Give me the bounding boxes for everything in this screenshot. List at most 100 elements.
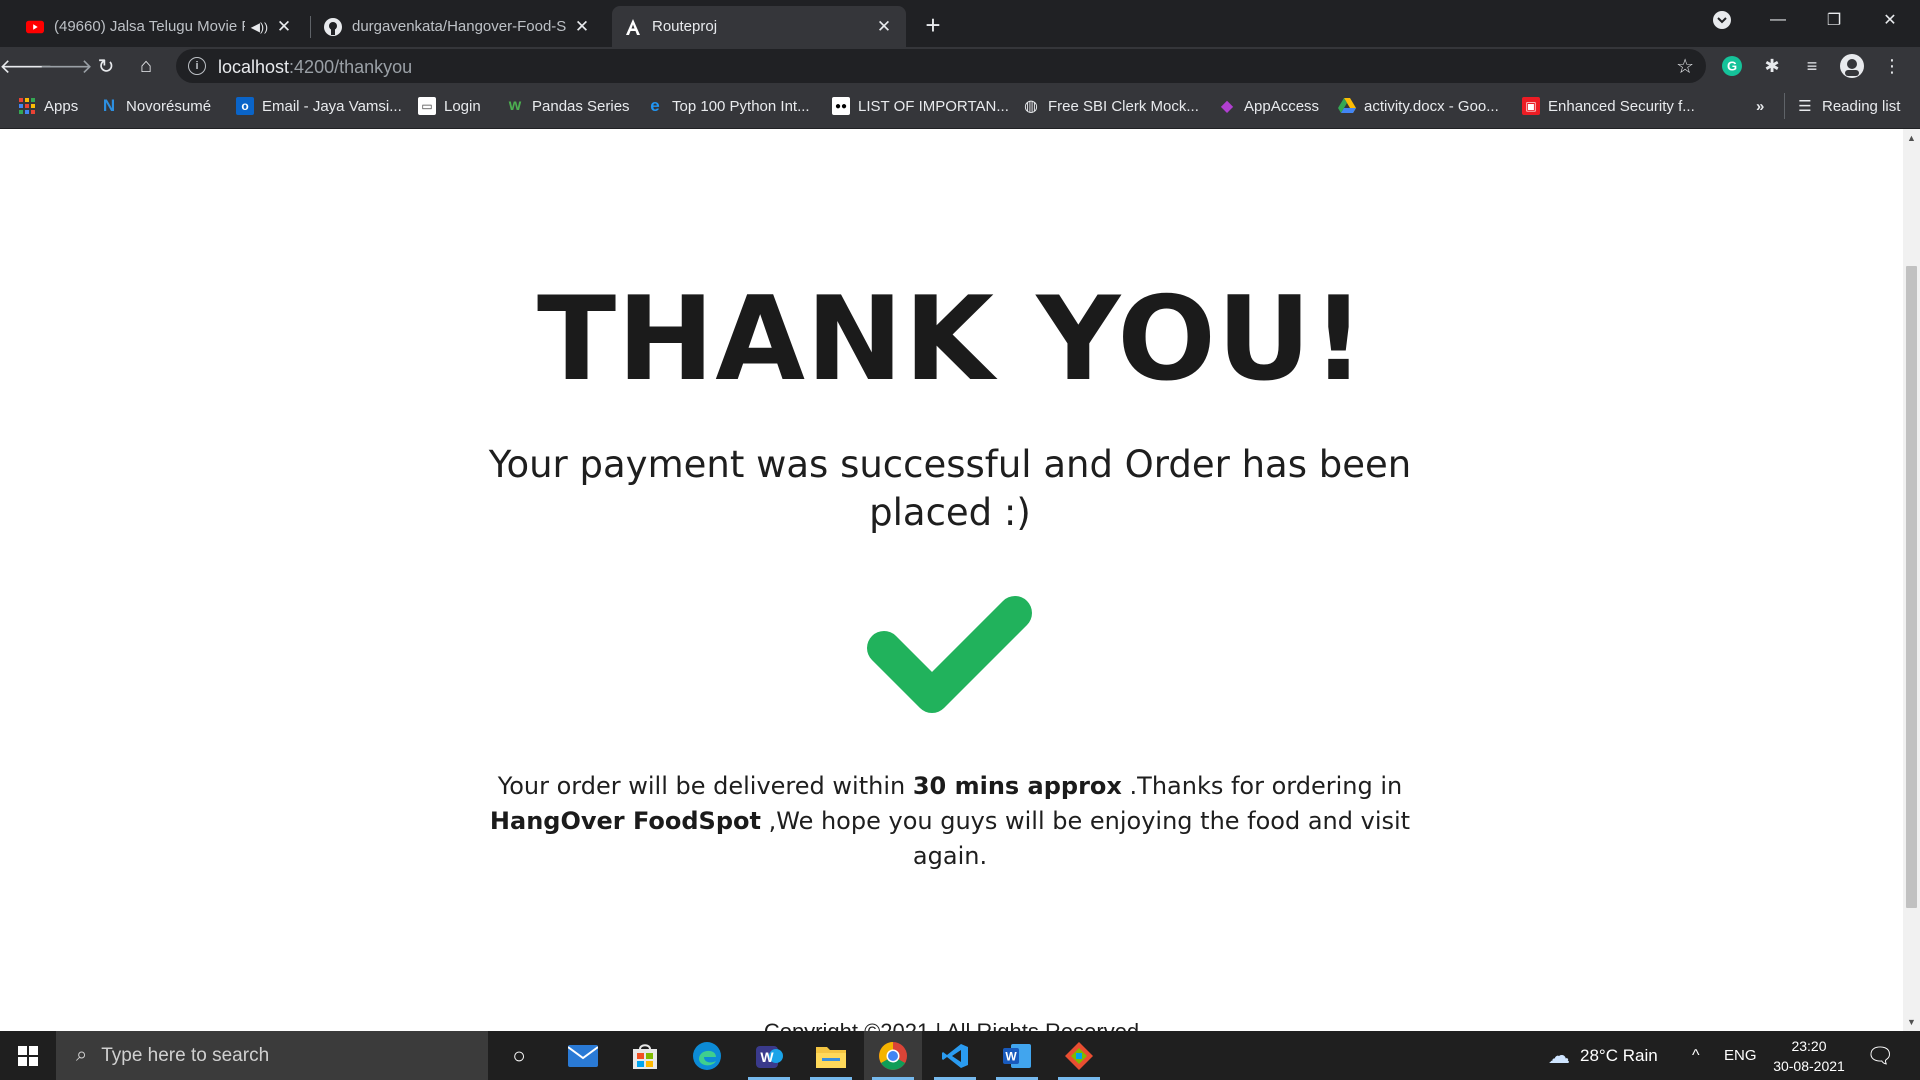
close-window-button[interactable]: ✕ <box>1862 0 1918 40</box>
taskbar-clock[interactable]: 23:20 30-08-2021 <box>1764 1036 1854 1076</box>
payment-success-text: Your payment was successful and Order ha… <box>488 443 1412 534</box>
notification-center-icon[interactable]: 🗨 <box>1866 1031 1894 1080</box>
page-content: THANK YOU! Your payment was successful a… <box>0 129 1903 1031</box>
weather-widget[interactable]: ☁ 28°C Rain <box>1548 1031 1658 1080</box>
tab-search-button[interactable] <box>1694 0 1750 40</box>
windows-taskbar: ⌕ Type here to search ○ W W ☁ 28°C Rain … <box>0 1031 1920 1080</box>
message-text: .Thanks for ordering in <box>1121 772 1403 800</box>
tab-title: Routeproj <box>652 18 718 35</box>
grammarly-extension-icon[interactable]: G <box>1718 52 1746 80</box>
teams-app-icon[interactable]: W <box>740 1031 798 1080</box>
taskbar-search-box[interactable]: ⌕ Type here to search <box>56 1031 488 1080</box>
store-app-icon[interactable] <box>616 1031 674 1080</box>
browser-tab-strip: (49660) Jalsa Telugu Movie Full Movie ◀)… <box>0 0 1920 47</box>
media-control-icon[interactable]: ≡ <box>1798 52 1826 80</box>
show-hidden-icons-chevron-icon[interactable]: ^ <box>1692 1031 1700 1080</box>
url-text[interactable]: localhost:4200/thankyou <box>218 57 412 78</box>
bookmarks-overflow-button[interactable]: » <box>1756 95 1764 117</box>
file-explorer-icon[interactable] <box>802 1031 860 1080</box>
hdfc-icon: ▣ <box>1522 97 1540 115</box>
w3schools-icon: w <box>508 97 522 114</box>
svg-text:G: G <box>1727 59 1737 74</box>
bookmark-login[interactable]: ▭ Login <box>418 95 481 117</box>
extensions-puzzle-icon[interactable]: ✱ <box>1758 52 1786 80</box>
youtube-icon <box>26 18 44 36</box>
restore-button[interactable]: ❐ <box>1806 0 1862 40</box>
success-checkmark-icon <box>867 596 1032 713</box>
address-bar[interactable]: i localhost:4200/thankyou ☆ <box>176 49 1706 83</box>
menu-kebab-icon[interactable]: ⋮ <box>1878 52 1906 80</box>
speaker-icon[interactable]: ◀)) <box>251 20 268 34</box>
thank-you-heading: THANK YOU! <box>537 272 1366 407</box>
medium-icon: ●● <box>832 97 850 115</box>
vscode-app-icon[interactable] <box>926 1031 984 1080</box>
tab-youtube[interactable]: (49660) Jalsa Telugu Movie Full Movie ◀)… <box>14 6 306 47</box>
bookmark-label: Top 100 Python Int... <box>672 97 810 115</box>
chrome-app-icon[interactable] <box>864 1031 922 1080</box>
delivery-message: Your order will be delivered within 30 m… <box>450 769 1450 874</box>
outlook-icon: o <box>236 97 254 115</box>
bookmark-star-icon[interactable]: ☆ <box>1676 54 1694 79</box>
novoresume-icon: N <box>102 96 116 115</box>
forward-button[interactable]: 🡒 <box>39 50 93 82</box>
github-icon <box>324 17 342 36</box>
back-button[interactable]: 🡐 <box>0 50 53 82</box>
bookmark-email[interactable]: o Email - Jaya Vamsi... <box>236 95 402 117</box>
cortana-icon[interactable]: ○ <box>490 1031 548 1080</box>
bookmark-appaccess[interactable]: ◆ AppAccess <box>1218 95 1319 117</box>
tab-routeproj[interactable]: Routeproj ✕ <box>612 6 906 47</box>
reading-list-button[interactable]: ☰ Reading list <box>1796 95 1900 117</box>
bookmark-python[interactable]: e Top 100 Python Int... <box>646 95 810 117</box>
search-icon: ⌕ <box>76 1044 88 1066</box>
bookmark-label: LIST OF IMPORTAN... <box>858 97 1009 115</box>
bookmark-apps[interactable]: Apps <box>18 95 78 117</box>
home-button[interactable]: ⌂ <box>130 50 162 82</box>
minimize-button[interactable]: — <box>1750 0 1806 40</box>
url-host: localhost <box>218 57 290 77</box>
edge-browser-icon[interactable] <box>678 1031 736 1080</box>
powerapps-icon: ◆ <box>1220 98 1234 115</box>
site-info-icon[interactable]: i <box>188 57 206 75</box>
svg-text:W: W <box>1005 1049 1017 1063</box>
bookmark-hdfc[interactable]: ▣ Enhanced Security f... <box>1522 95 1695 117</box>
bookmark-label: Apps <box>44 97 79 115</box>
reload-button[interactable]: ↻ <box>90 50 122 82</box>
bookmark-activity[interactable]: activity.docx - Goo... <box>1338 95 1499 117</box>
close-tab-icon[interactable]: ✕ <box>274 17 294 37</box>
input-language-indicator[interactable]: ENG <box>1724 1031 1757 1080</box>
page-scrollbar[interactable]: ▲ ▼ <box>1903 129 1920 1031</box>
delivery-time: 30 mins approx <box>912 772 1122 800</box>
close-tab-icon[interactable]: ✕ <box>572 17 592 37</box>
bookmarks-bar: Apps N Novorésumé o Email - Jaya Vamsi..… <box>0 84 1920 129</box>
bookmark-label: Pandas Series <box>532 97 630 115</box>
new-tab-button[interactable]: + <box>918 10 948 40</box>
footer-copyright: Copyright ©2021 | All Rights Reserved <box>0 1019 1903 1031</box>
windows-logo-icon <box>18 1045 38 1066</box>
scrollbar-thumb[interactable] <box>1906 266 1917 908</box>
bookmark-label: Novorésumé <box>126 97 212 115</box>
rain-cloud-icon: ☁ <box>1548 1042 1570 1068</box>
bookmark-novoresume[interactable]: N Novorésumé <box>100 95 211 117</box>
tab-github[interactable]: durgavenkata/Hangover-Food-Spot ✕ <box>312 6 604 47</box>
reading-list-icon: ☰ <box>1798 98 1812 115</box>
bookmark-sbi[interactable]: ◍ Free SBI Clerk Mock... <box>1022 95 1199 117</box>
windows-start-button[interactable] <box>0 1031 56 1080</box>
git-gui-app-icon[interactable] <box>1050 1031 1108 1080</box>
word-app-icon[interactable]: W <box>988 1031 1046 1080</box>
bookmark-pandas[interactable]: w Pandas Series <box>506 95 630 117</box>
edureka-icon: e <box>650 96 660 115</box>
scroll-down-icon[interactable]: ▼ <box>1907 1017 1916 1027</box>
close-tab-icon[interactable]: ✕ <box>874 17 894 37</box>
tab-title: durgavenkata/Hangover-Food-Spot <box>352 18 566 35</box>
apps-grid-icon <box>18 97 36 115</box>
mail-app-icon[interactable] <box>554 1031 612 1080</box>
globe-icon: ◍ <box>1024 98 1038 115</box>
profile-avatar[interactable] <box>1838 52 1866 80</box>
bookmark-list[interactable]: ●● LIST OF IMPORTAN... <box>832 95 1009 117</box>
google-drive-icon <box>1338 97 1356 115</box>
tab-divider <box>310 16 311 38</box>
angular-icon <box>624 18 642 36</box>
scroll-up-icon[interactable]: ▲ <box>1907 133 1916 143</box>
bookmarks-divider <box>1784 93 1785 119</box>
restaurant-name: HangOver FoodSpot <box>489 807 761 835</box>
